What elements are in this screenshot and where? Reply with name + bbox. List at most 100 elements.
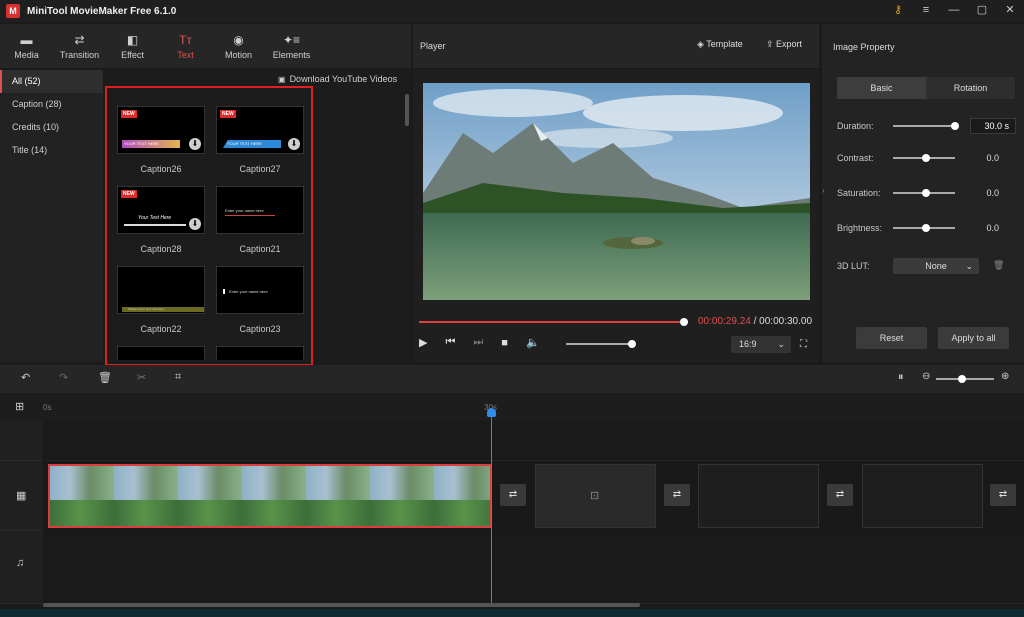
play-icon[interactable]: ▶ <box>419 336 427 349</box>
tab-basic[interactable]: Basic <box>837 77 926 99</box>
audio-wave-icon[interactable]: ⏸ <box>898 371 904 384</box>
template-button[interactable]: ◈ Template <box>697 39 743 50</box>
duration-slider[interactable] <box>893 125 955 127</box>
os-taskbar <box>0 609 1024 617</box>
undo-icon[interactable]: ↶ <box>21 371 30 384</box>
key-icon[interactable]: ⚷ <box>890 2 906 18</box>
aspect-ratio-select[interactable]: 16:9 ⌄ <box>731 336 791 353</box>
category-caption[interactable]: Caption (28) <box>0 93 103 116</box>
tab-motion[interactable]: ◉ Motion <box>212 24 265 68</box>
reset-button[interactable]: Reset <box>856 327 927 349</box>
lut-value: None <box>925 261 947 271</box>
transition-icon: ⇄ <box>74 32 85 47</box>
tab-elements[interactable]: ✦≡ Elements <box>265 24 318 68</box>
duration-handle[interactable] <box>951 122 959 130</box>
progress-handle[interactable] <box>680 318 688 326</box>
duration-label: Duration: <box>837 121 874 131</box>
playback-progress[interactable] <box>419 321 684 323</box>
volume-icon[interactable]: 🔈 <box>526 336 540 349</box>
download-youtube-link[interactable]: ▣ Download YouTube Videos <box>278 74 397 84</box>
stop-icon[interactable]: ■ <box>501 337 508 349</box>
playhead[interactable] <box>491 410 492 604</box>
library-scrollbar[interactable] <box>405 94 409 126</box>
close-button[interactable]: ✕ <box>1002 2 1018 18</box>
tab-label: Motion <box>224 49 252 60</box>
crop-icon[interactable]: ⌗ <box>175 371 181 384</box>
time-separator: / <box>750 316 760 327</box>
lut-select[interactable]: None ⌄ <box>893 258 979 274</box>
effect-icon: ◧ <box>126 32 139 47</box>
timeline-ruler[interactable] <box>0 395 1024 421</box>
tab-transition[interactable]: ⇄ Transition <box>53 24 106 68</box>
trash-icon[interactable]: 🗑 <box>993 260 1004 271</box>
contrast-handle[interactable] <box>922 154 930 162</box>
landscape-image <box>423 83 810 300</box>
lut-label: 3D LUT: <box>837 261 870 271</box>
tab-rotation[interactable]: Rotation <box>926 77 1015 99</box>
next-frame-icon[interactable]: ⏭ <box>473 336 483 349</box>
aspect-ratio-value: 16:9 <box>739 339 757 349</box>
redo-icon[interactable]: ↷ <box>59 371 68 384</box>
maximize-button[interactable]: ▢ <box>974 2 990 18</box>
elements-icon: ✦≡ <box>282 32 301 47</box>
current-time: 00:00:29.24 <box>698 316 751 327</box>
transition-slot-icon[interactable]: ⇄ <box>827 484 853 506</box>
tab-media[interactable]: ▬ Media <box>0 24 53 68</box>
media-icon: ▬ <box>20 32 33 47</box>
empty-clip-slot[interactable]: ⊡ <box>535 464 656 528</box>
film-icon: ▦ <box>16 490 27 502</box>
volume-slider[interactable] <box>566 343 632 345</box>
tab-effect[interactable]: ◧ Effect <box>106 24 159 68</box>
add-track-icon[interactable]: ⊞ <box>15 400 24 413</box>
saturation-value: 0.0 <box>986 188 999 198</box>
export-icon: ⇪ <box>766 39 777 49</box>
previous-frame-icon[interactable]: ⏮ <box>445 336 455 349</box>
category-list: All (52) Caption (28) Credits (10) Title… <box>0 70 103 362</box>
transition-slot-icon[interactable]: ⇄ <box>990 484 1016 506</box>
text-track-header <box>0 421 43 461</box>
video-preview <box>423 83 810 300</box>
video-track-header: ▦ <box>0 461 43 531</box>
ruler-start-label: 0s <box>43 403 52 412</box>
zoom-in-icon[interactable]: ⊕ <box>1001 371 1009 382</box>
minimize-button[interactable]: — <box>946 2 962 18</box>
split-icon[interactable]: ✂ <box>137 371 146 384</box>
player-controls: ▶ ⏮ ⏭ ■ 🔈 <box>419 336 540 349</box>
brightness-handle[interactable] <box>922 224 930 232</box>
transition-slot-icon[interactable]: ⇄ <box>664 484 690 506</box>
contrast-value: 0.0 <box>986 153 999 163</box>
fullscreen-icon[interactable]: ⛶ <box>800 339 807 350</box>
layers-icon: ◈ <box>697 39 707 49</box>
empty-clip-slot[interactable] <box>698 464 819 528</box>
tab-label: Transition <box>59 49 100 60</box>
delete-icon[interactable]: 🗑 <box>98 371 112 384</box>
category-title[interactable]: Title (14) <box>0 139 103 162</box>
category-all[interactable]: All (52) <box>0 70 103 93</box>
app-title: MiniTool MovieMaker Free 6.1.0 <box>27 5 177 17</box>
tab-label: Elements <box>272 49 311 60</box>
timeline-scrollbar[interactable] <box>43 603 640 607</box>
apply-to-all-button[interactable]: Apply to all <box>938 327 1009 349</box>
transition-slot-icon[interactable]: ⇄ <box>500 484 526 506</box>
zoom-handle[interactable] <box>958 375 966 383</box>
menu-icon[interactable]: ≡ <box>918 2 934 18</box>
chevron-down-icon: ⌄ <box>965 261 973 271</box>
category-credits[interactable]: Credits (10) <box>0 116 103 139</box>
text-track[interactable] <box>47 421 1024 461</box>
audio-track[interactable] <box>47 531 1024 604</box>
chevron-right-icon[interactable]: › <box>822 186 828 196</box>
youtube-icon: ▣ <box>278 74 286 84</box>
saturation-label: Saturation: <box>837 188 881 198</box>
zoom-out-icon[interactable]: ⊖ <box>922 371 930 382</box>
empty-clip-slot[interactable] <box>862 464 983 528</box>
main-toolbar: ▬ Media ⇄ Transition ◧ Effect Tт Text ◉ Motio… <box>0 24 411 68</box>
tab-text[interactable]: Tт Text <box>159 24 212 68</box>
contrast-label: Contrast: <box>837 153 874 163</box>
duration-input[interactable]: 30.0 s <box>970 118 1016 134</box>
video-clip[interactable] <box>48 464 492 528</box>
playhead-handle[interactable] <box>487 408 496 417</box>
volume-handle[interactable] <box>628 340 636 348</box>
export-button[interactable]: ⇪ Export <box>766 39 802 50</box>
saturation-handle[interactable] <box>922 189 930 197</box>
download-box-icon: ⊡ <box>590 490 600 502</box>
